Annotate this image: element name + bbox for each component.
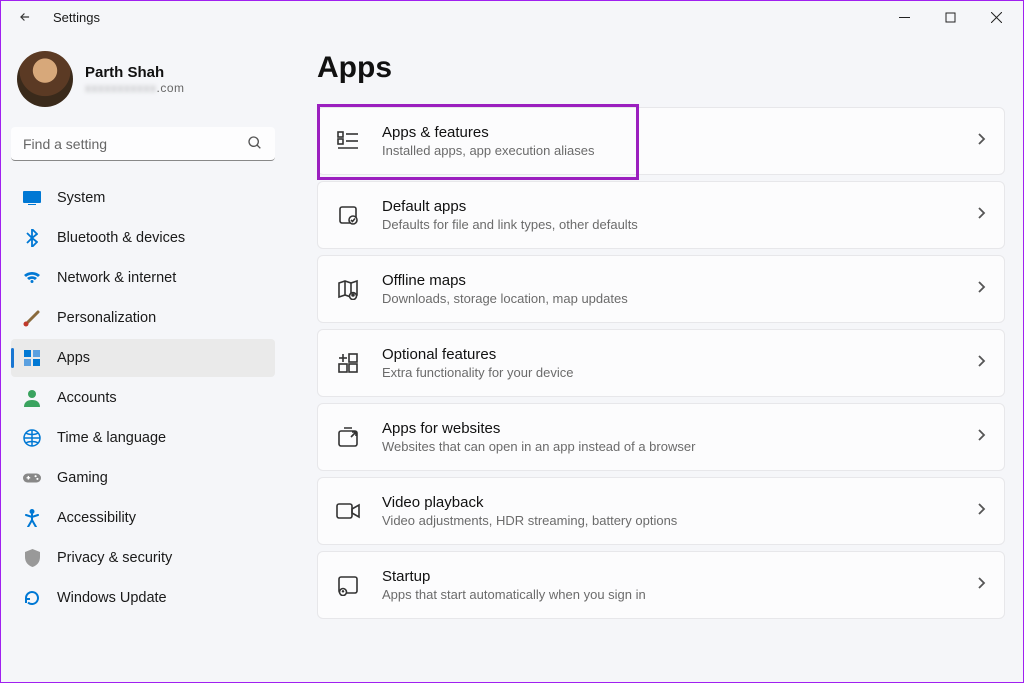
- card-title: Video playback: [382, 494, 954, 511]
- card-title: Default apps: [382, 198, 954, 215]
- maximize-button[interactable]: [927, 1, 973, 33]
- card-optional-features[interactable]: Optional features Extra functionality for…: [317, 329, 1005, 397]
- sidebar-item-accounts[interactable]: Accounts: [11, 379, 275, 417]
- chevron-right-icon: [976, 206, 986, 225]
- plus-grid-icon: [336, 351, 360, 375]
- sidebar-item-personalization[interactable]: Personalization: [11, 299, 275, 337]
- search-icon: [247, 135, 263, 156]
- open-app-icon: [336, 425, 360, 449]
- card-apps-features[interactable]: Apps & features Installed apps, app execu…: [317, 107, 1005, 175]
- chevron-right-icon: [976, 576, 986, 595]
- back-button[interactable]: [15, 7, 35, 27]
- card-subtitle: Apps that start automatically when you s…: [382, 587, 954, 602]
- sidebar-item-apps[interactable]: Apps: [11, 339, 275, 377]
- sidebar-item-label: Privacy & security: [57, 550, 172, 566]
- chevron-right-icon: [976, 132, 986, 151]
- avatar: [17, 51, 73, 107]
- settings-cards: Apps & features Installed apps, app execu…: [317, 107, 1005, 619]
- sidebar-item-privacy[interactable]: Privacy & security: [11, 539, 275, 577]
- sidebar-item-time[interactable]: Time & language: [11, 419, 275, 457]
- sidebar-item-label: System: [57, 190, 105, 206]
- profile-block[interactable]: Parth Shah xxxxxxxxxxx.com: [11, 43, 275, 121]
- sidebar-item-label: Accounts: [57, 390, 117, 406]
- system-icon: [23, 189, 41, 207]
- profile-email: xxxxxxxxxxx.com: [85, 81, 185, 95]
- titlebar: Settings: [1, 1, 1023, 33]
- wifi-icon: [23, 269, 41, 287]
- search-container: [11, 127, 275, 167]
- main-content: Apps Apps & features Installed apps, app …: [281, 33, 1023, 682]
- sidebar-item-label: Time & language: [57, 430, 166, 446]
- card-subtitle: Installed apps, app execution aliases: [382, 143, 954, 158]
- sidebar-item-label: Windows Update: [57, 590, 167, 606]
- list-icon: [336, 129, 360, 153]
- chevron-right-icon: [976, 354, 986, 373]
- accessibility-icon: [23, 509, 41, 527]
- card-subtitle: Defaults for file and link types, other …: [382, 217, 954, 232]
- minimize-button[interactable]: [881, 1, 927, 33]
- globe-clock-icon: [23, 429, 41, 447]
- sidebar-item-accessibility[interactable]: Accessibility: [11, 499, 275, 537]
- startup-icon: [336, 573, 360, 597]
- sidebar-item-label: Network & internet: [57, 270, 176, 286]
- default-icon: [336, 203, 360, 227]
- card-title: Optional features: [382, 346, 954, 363]
- sidebar-item-update[interactable]: Windows Update: [11, 579, 275, 617]
- sidebar-item-gaming[interactable]: Gaming: [11, 459, 275, 497]
- page-title: Apps: [317, 51, 1005, 85]
- map-icon: [336, 277, 360, 301]
- person-icon: [23, 389, 41, 407]
- sidebar-item-bluetooth[interactable]: Bluetooth & devices: [11, 219, 275, 257]
- close-button[interactable]: [973, 1, 1019, 33]
- sidebar-item-label: Gaming: [57, 470, 108, 486]
- card-title: Startup: [382, 568, 954, 585]
- sidebar-item-system[interactable]: System: [11, 179, 275, 217]
- sidebar-item-network[interactable]: Network & internet: [11, 259, 275, 297]
- shield-icon: [23, 549, 41, 567]
- card-title: Offline maps: [382, 272, 954, 289]
- chevron-right-icon: [976, 280, 986, 299]
- profile-name: Parth Shah: [85, 64, 185, 81]
- chevron-right-icon: [976, 428, 986, 447]
- card-subtitle: Extra functionality for your device: [382, 365, 954, 380]
- chevron-right-icon: [976, 502, 986, 521]
- card-default-apps[interactable]: Default apps Defaults for file and link t…: [317, 181, 1005, 249]
- card-subtitle: Video adjustments, HDR streaming, batter…: [382, 513, 954, 528]
- sidebar-item-label: Apps: [57, 350, 90, 366]
- update-icon: [23, 589, 41, 607]
- window-title: Settings: [53, 10, 100, 25]
- nav-list: System Bluetooth & devices Network & inter…: [11, 179, 275, 617]
- card-subtitle: Websites that can open in an app instead…: [382, 439, 954, 454]
- sidebar: Parth Shah xxxxxxxxxxx.com System Bluetoo…: [1, 33, 281, 682]
- gamepad-icon: [23, 469, 41, 487]
- search-input[interactable]: [11, 127, 275, 161]
- card-startup[interactable]: Startup Apps that start automatically whe…: [317, 551, 1005, 619]
- card-title: Apps & features: [382, 124, 954, 141]
- window-controls: [881, 1, 1019, 33]
- card-title: Apps for websites: [382, 420, 954, 437]
- card-apps-websites[interactable]: Apps for websites Websites that can open …: [317, 403, 1005, 471]
- bluetooth-icon: [23, 229, 41, 247]
- card-offline-maps[interactable]: Offline maps Downloads, storage location,…: [317, 255, 1005, 323]
- sidebar-item-label: Bluetooth & devices: [57, 230, 185, 246]
- card-subtitle: Downloads, storage location, map updates: [382, 291, 954, 306]
- video-icon: [336, 499, 360, 523]
- apps-icon: [23, 349, 41, 367]
- brush-icon: [23, 309, 41, 327]
- sidebar-item-label: Personalization: [57, 310, 156, 326]
- sidebar-item-label: Accessibility: [57, 510, 136, 526]
- card-video-playback[interactable]: Video playback Video adjustments, HDR str…: [317, 477, 1005, 545]
